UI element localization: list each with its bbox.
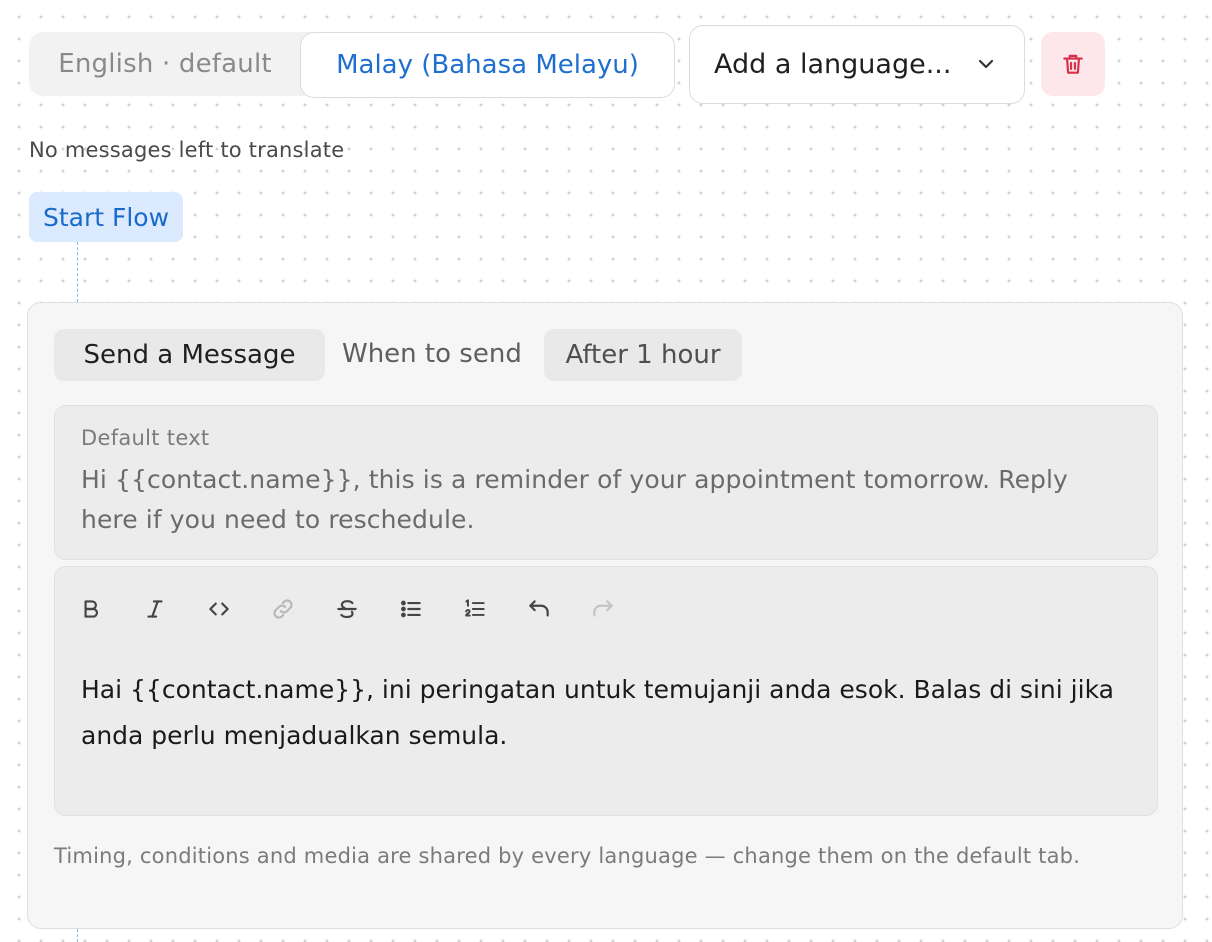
code-icon (209, 602, 229, 616)
translation-status: No messages left to translate (29, 138, 345, 162)
strikethrough-icon (337, 600, 357, 619)
add-language-select[interactable]: Add a language... (689, 25, 1025, 104)
delete-language-button[interactable] (1041, 32, 1105, 96)
italic-button[interactable] (137, 589, 173, 629)
trash-icon (1063, 54, 1083, 74)
flow-connector-bottom (77, 929, 78, 942)
add-language-label: Add a language... (714, 49, 952, 80)
redo-icon (593, 600, 613, 617)
redo-button[interactable] (585, 589, 621, 629)
default-text-box: Default text Hi {{contact.name}}, this i… (54, 405, 1158, 560)
tab-malay[interactable]: Malay (Bahasa Melayu) (300, 32, 675, 98)
language-tabs: English · default Malay (Bahasa Melayu) (29, 32, 675, 98)
ordered-list-icon (465, 599, 485, 617)
code-button[interactable] (201, 589, 237, 629)
timing-chip[interactable]: After 1 hour (544, 329, 742, 381)
default-text-content: Hi {{contact.name}}, this is a reminder … (81, 465, 1068, 534)
default-text-label: Default text (81, 426, 210, 450)
bold-icon (84, 600, 99, 618)
chevron-down-icon (978, 59, 994, 69)
strikethrough-button[interactable] (329, 589, 365, 629)
italic-icon (147, 600, 163, 618)
undo-button[interactable] (521, 589, 557, 629)
undo-icon (529, 600, 549, 617)
tab-english-default[interactable]: English · default (29, 32, 301, 96)
link-button[interactable] (265, 589, 301, 629)
ordered-list-button[interactable] (457, 589, 493, 629)
shared-settings-note: Timing, conditions and media are shared … (54, 844, 1081, 868)
message-step-card: Send a Message When to send After 1 hour… (27, 302, 1183, 929)
start-flow-node[interactable]: Start Flow (29, 192, 183, 242)
flow-connector (77, 242, 78, 302)
step-type-chip[interactable]: Send a Message (54, 329, 325, 381)
bullet-list-button[interactable] (393, 589, 429, 629)
bold-button[interactable] (73, 589, 109, 629)
translation-text[interactable]: Hai {{contact.name}}, ini peringatan unt… (81, 667, 1141, 759)
translation-editor[interactable]: Hai {{contact.name}}, ini peringatan unt… (54, 566, 1158, 816)
link-icon (273, 599, 293, 619)
when-to-send-label: When to send (342, 339, 522, 369)
bullet-list-icon (401, 600, 421, 618)
